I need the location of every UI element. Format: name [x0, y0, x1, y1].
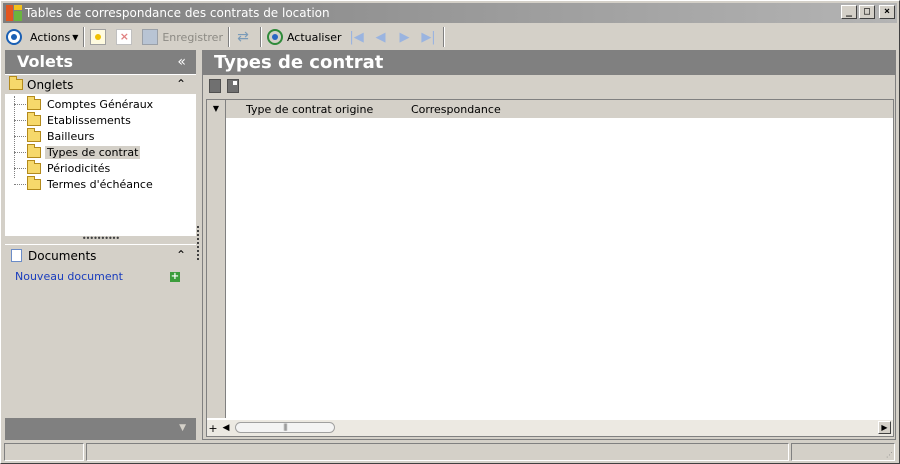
main-window: Tables de correspondance des contrats de…	[0, 0, 900, 464]
volets-header: Volets «	[5, 50, 196, 74]
tree-item-periodicites[interactable]: Périodicités	[5, 159, 196, 176]
status-cell	[86, 443, 789, 461]
data-grid: ▼ Type de contrat origine Correspondance…	[206, 99, 894, 437]
sync-icon: ⇄	[237, 29, 249, 45]
tree-item-label: Termes d'échéance	[47, 177, 153, 191]
scroll-left-icon[interactable]: ◀	[219, 423, 233, 433]
folder-icon	[27, 127, 41, 142]
resize-grip-icon[interactable]: ⋰	[886, 452, 893, 459]
maximize-button[interactable]: □	[859, 5, 875, 19]
save-icon	[142, 29, 159, 45]
volets-title: Volets	[17, 52, 74, 71]
status-cell	[4, 443, 84, 461]
page-edit-icon[interactable]	[227, 79, 239, 93]
grid-header: ▼ Type de contrat origine Correspondance	[207, 100, 893, 118]
volets-pane: Volets « Onglets ⌃ Comptes Généraux Etab…	[5, 50, 196, 440]
tree-item-termes-echeance[interactable]: Termes d'échéance	[5, 175, 196, 192]
page-icon[interactable]	[209, 79, 221, 93]
tree-item-comptes-generaux[interactable]: Comptes Généraux	[5, 95, 196, 112]
toolbar-separator	[83, 27, 86, 47]
toolbar-separator	[259, 27, 262, 47]
delete-button[interactable]: ×	[113, 26, 139, 48]
tree-item-etablissements[interactable]: Etablissements	[5, 111, 196, 128]
minimize-button[interactable]: _	[841, 5, 857, 19]
sync-button[interactable]: ⇄	[232, 26, 258, 48]
toolbar-separator	[442, 27, 445, 47]
add-row-icon[interactable]: +	[207, 422, 219, 435]
folder-icon	[27, 159, 41, 174]
content-pane: Types de contrat ▼ Type de contrat origi…	[202, 50, 896, 440]
collapse-group-icon[interactable]: ⌃	[176, 248, 186, 262]
onglets-tree: Comptes Généraux Etablissements Bailleur…	[5, 94, 196, 236]
open-folder-icon	[27, 143, 41, 158]
page-title: Types de contrat	[203, 51, 895, 75]
pane-footer: ▼	[5, 418, 196, 440]
close-button[interactable]: ×	[879, 5, 895, 19]
toolbar: Actions ▼ × Enregistrer ⇄ Actualiser |◀ …	[3, 25, 897, 49]
tree-item-label: Bailleurs	[47, 129, 95, 143]
row-header-strip	[207, 118, 226, 418]
actions-icon	[6, 29, 22, 45]
app-icon	[6, 5, 22, 21]
collapse-group-icon[interactable]: ⌃	[176, 77, 186, 91]
folder-icon	[27, 95, 41, 110]
document-icon	[11, 249, 22, 262]
onglets-group-header[interactable]: Onglets ⌃	[5, 74, 196, 94]
new-document-link[interactable]: Nouveau document	[15, 270, 123, 283]
onglets-label: Onglets	[27, 77, 74, 92]
scroll-right-icon[interactable]: ▶	[878, 421, 891, 434]
title-bar[interactable]: Tables de correspondance des contrats de…	[3, 3, 897, 23]
grid-toolbar	[203, 75, 895, 97]
first-record-icon[interactable]: |◀	[348, 30, 366, 45]
documents-body: Nouveau document +	[5, 266, 196, 414]
documents-label: Documents	[28, 248, 97, 263]
column-header-correspondance[interactable]: Correspondance	[391, 103, 501, 116]
new-record-icon	[90, 29, 107, 45]
tree-item-bailleurs[interactable]: Bailleurs	[5, 127, 196, 144]
status-bar: ⋰	[4, 443, 897, 461]
actions-label: Actions	[30, 30, 71, 44]
delete-icon: ×	[116, 29, 133, 45]
refresh-icon	[266, 29, 283, 45]
scrollbar-thumb[interactable]: |||	[235, 422, 335, 433]
splitter-grip[interactable]	[197, 226, 199, 260]
group-splitter[interactable]: ••••••••••	[5, 235, 196, 244]
tree-item-label: Etablissements	[47, 113, 131, 127]
add-icon[interactable]: +	[170, 272, 180, 282]
column-chooser-icon[interactable]: ▼	[207, 100, 226, 118]
folder-icon	[27, 111, 41, 126]
refresh-button[interactable]: Actualiser	[264, 26, 345, 48]
collapse-pane-icon[interactable]: «	[177, 50, 186, 74]
actions-menu-button[interactable]: Actions ▼	[3, 26, 81, 48]
tree-item-label: Périodicités	[47, 161, 111, 175]
save-button[interactable]: Enregistrer	[139, 26, 226, 48]
toolbar-separator	[227, 27, 230, 47]
chevron-down-icon[interactable]: ▼	[179, 423, 186, 433]
last-record-icon[interactable]: ▶|	[420, 30, 438, 45]
previous-record-icon[interactable]: ◀	[372, 30, 390, 45]
window-title: Tables de correspondance des contrats de…	[25, 6, 330, 20]
column-header-type-origine[interactable]: Type de contrat origine	[226, 103, 391, 116]
tree-item-types-de-contrat[interactable]: Types de contrat	[5, 143, 196, 160]
tree-item-label: Types de contrat	[45, 145, 141, 159]
refresh-label: Actualiser	[286, 30, 342, 44]
new-button[interactable]	[87, 26, 113, 48]
horizontal-scrollbar[interactable]: + ◀ ||| ▶	[207, 420, 893, 436]
tree-item-label: Comptes Généraux	[47, 97, 154, 111]
status-cell: ⋰	[791, 443, 895, 461]
folder-icon	[9, 76, 23, 90]
documents-group-header[interactable]: Documents ⌃	[5, 244, 196, 266]
folder-icon	[27, 175, 41, 190]
next-record-icon[interactable]: ▶	[396, 30, 414, 45]
save-label: Enregistrer	[162, 30, 223, 44]
dropdown-arrow-icon: ▼	[72, 32, 79, 42]
